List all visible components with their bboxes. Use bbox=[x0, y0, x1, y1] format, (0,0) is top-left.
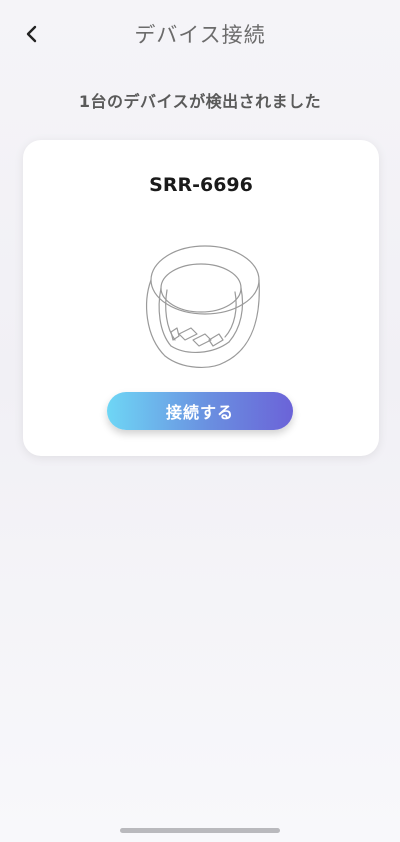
header-bar: デバイス接続 bbox=[0, 0, 400, 66]
device-card: SRR-6696 接続する bbox=[23, 140, 379, 456]
device-name: SRR-6696 bbox=[149, 174, 253, 196]
connect-button[interactable]: 接続する bbox=[107, 392, 293, 430]
page-title: デバイス接続 bbox=[134, 23, 266, 47]
home-indicator[interactable] bbox=[120, 828, 280, 833]
detection-message: 1台のデバイスが検出されました bbox=[78, 92, 322, 111]
smart-ring-icon bbox=[146, 245, 260, 368]
